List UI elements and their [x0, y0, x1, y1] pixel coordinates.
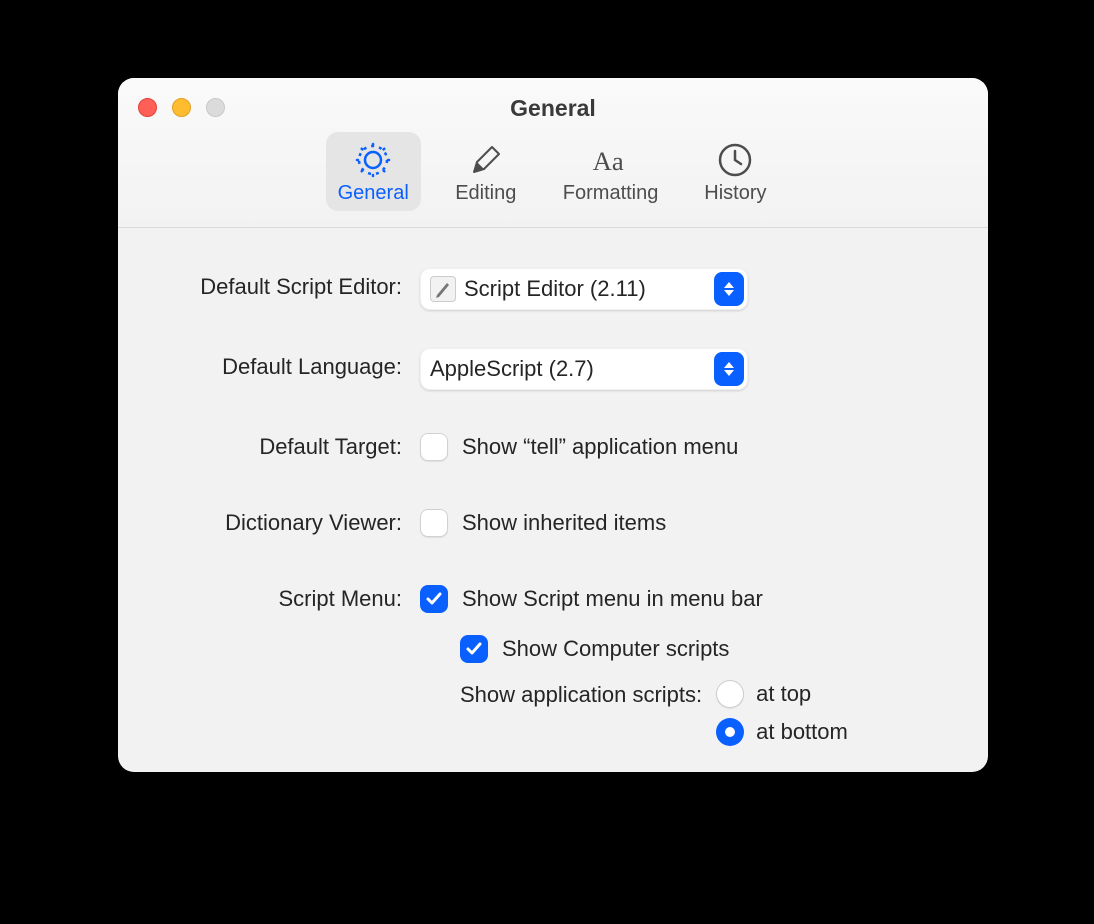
default-script-editor-label: Default Script Editor: — [158, 268, 420, 300]
svg-text:Aa: Aa — [592, 146, 623, 176]
show-application-scripts-label: Show application scripts: — [460, 680, 702, 708]
checkbox-label: Show “tell” application menu — [462, 434, 738, 460]
window-controls — [138, 98, 225, 117]
show-tell-menu-checkbox[interactable] — [420, 433, 448, 461]
popup-value: AppleScript (2.7) — [430, 356, 594, 382]
show-inherited-items-checkbox[interactable] — [420, 509, 448, 537]
updown-arrows-icon — [714, 272, 744, 306]
minimize-window-button[interactable] — [172, 98, 191, 117]
default-language-label: Default Language: — [158, 348, 420, 380]
clock-icon — [715, 140, 755, 180]
pencil-icon — [466, 140, 506, 180]
close-window-button[interactable] — [138, 98, 157, 117]
tab-formatting[interactable]: Aa Formatting — [551, 132, 671, 211]
at-bottom-radio[interactable] — [716, 718, 744, 746]
tab-editing[interactable]: Editing — [441, 132, 531, 211]
preferences-toolbar: General Editing Aa Formatting — [118, 132, 988, 211]
tab-label: Editing — [455, 182, 516, 205]
window-title: General — [118, 78, 988, 122]
script-editor-app-icon — [430, 276, 456, 302]
checkbox-label: Show Script menu in menu bar — [462, 586, 763, 612]
show-script-menu-checkbox[interactable] — [420, 585, 448, 613]
checkbox-label: Show inherited items — [462, 510, 666, 536]
tab-general[interactable]: General — [326, 132, 421, 211]
radio-label: at top — [756, 681, 811, 707]
at-top-radio[interactable] — [716, 680, 744, 708]
default-script-editor-popup[interactable]: Script Editor (2.11) — [420, 268, 748, 310]
updown-arrows-icon — [714, 352, 744, 386]
show-computer-scripts-checkbox[interactable] — [460, 635, 488, 663]
popup-value: Script Editor (2.11) — [464, 276, 646, 302]
tab-label: General — [338, 182, 409, 205]
preferences-window: General General — [118, 78, 988, 772]
checkbox-label: Show Computer scripts — [502, 636, 729, 662]
preferences-content: Default Script Editor: Script Editor (2.… — [118, 228, 988, 766]
text-format-icon: Aa — [591, 140, 631, 180]
tab-label: Formatting — [563, 182, 659, 205]
script-menu-label: Script Menu: — [158, 580, 420, 612]
dictionary-viewer-label: Dictionary Viewer: — [158, 504, 420, 536]
zoom-window-button[interactable] — [206, 98, 225, 117]
gear-icon — [353, 140, 393, 180]
tab-history[interactable]: History — [690, 132, 780, 211]
default-target-label: Default Target: — [158, 428, 420, 460]
default-language-popup[interactable]: AppleScript (2.7) — [420, 348, 748, 390]
tab-label: History — [704, 182, 766, 205]
titlebar: General General — [118, 78, 988, 228]
radio-label: at bottom — [756, 719, 848, 745]
